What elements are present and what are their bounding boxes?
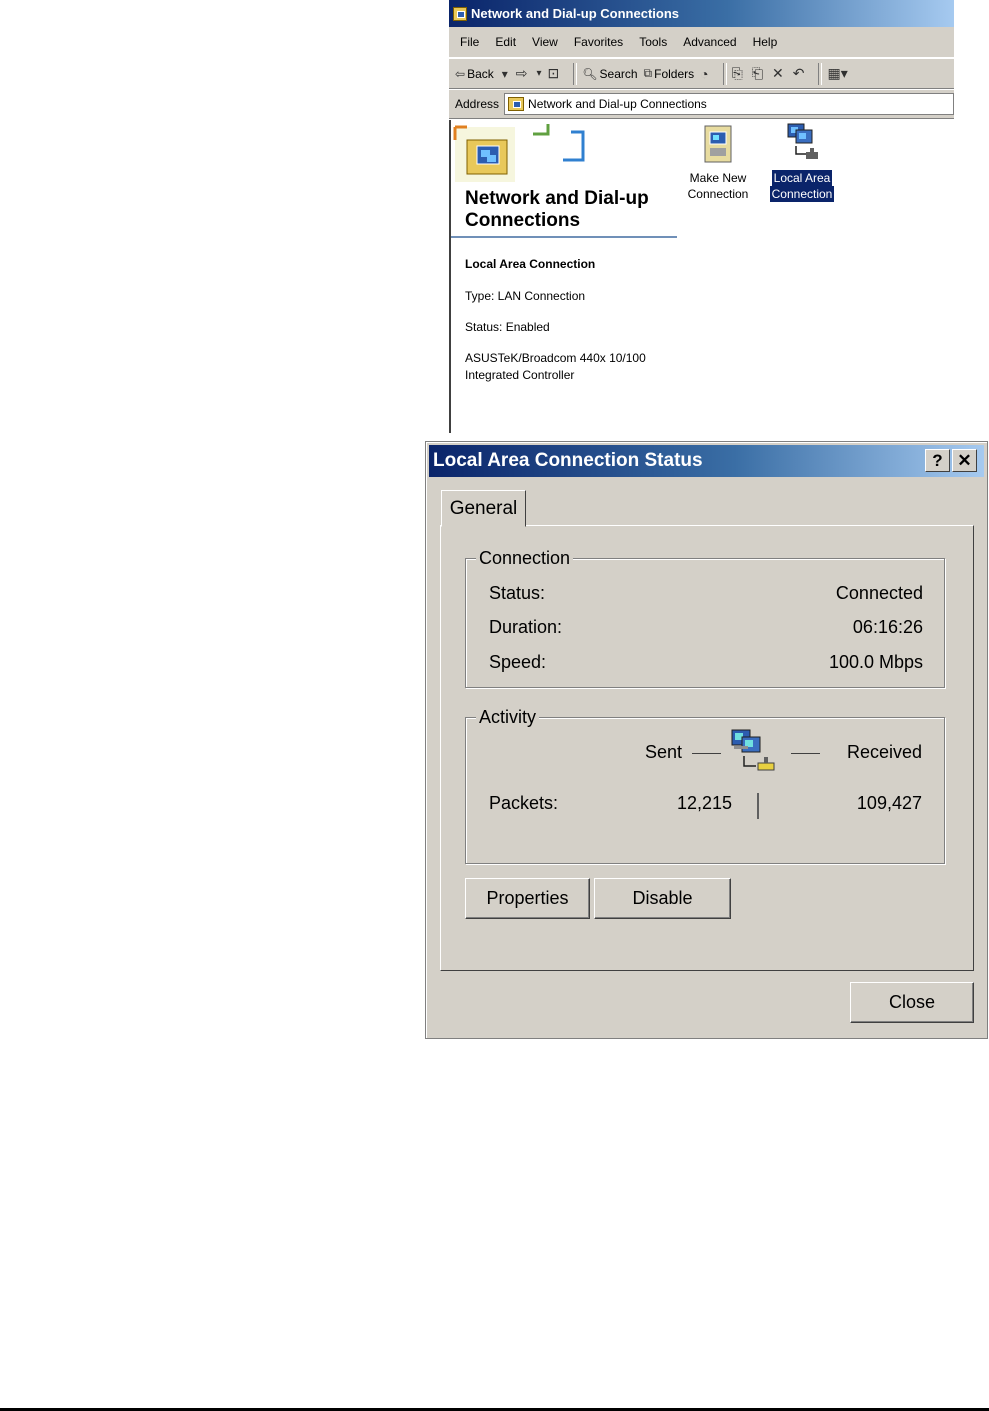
chevron-down-icon: ▾ [501,66,508,81]
sent-label: Sent [645,742,683,762]
disable-button[interactable]: Disable [594,878,731,919]
status-label: Status: [489,583,546,603]
back-arrow-icon: ⇦ [455,66,466,81]
forward-arrow-icon[interactable]: ⇨ [516,65,528,82]
address-value: Network and Dial-up Connections [528,97,707,111]
dialog-title-bar: Local Area Connection Status ? ✕ [429,445,984,477]
address-label: Address [455,97,500,111]
network-folder-icon [508,97,525,111]
network-banner-icon [453,124,585,182]
explorer-title-bar: Network and Dial-up Connections [449,0,954,27]
detail-status: Status: Enabled [465,320,550,334]
status-value: Connected [835,583,923,603]
undo-icon[interactable]: ↶ [793,65,805,82]
status-dialog: Local Area Connection Status ? ✕ General… [425,441,988,1039]
packets-sent-value: 12,215 [676,793,732,813]
menu-help[interactable]: Help [745,35,786,49]
network-activity-icon [731,729,775,771]
toolbar-separator [722,62,727,85]
close-button-label: Close [888,992,936,1012]
up-folder-icon[interactable]: ⊡ [548,65,560,82]
chevron-down-icon[interactable]: ▾ [537,68,542,79]
close-icon: ✕ [957,450,972,470]
menu-favorites[interactable]: Favorites [566,35,631,49]
duration-label: Duration: [489,617,563,637]
delete-icon[interactable]: ✕ [772,65,784,82]
menu-bar: File Edit View Favorites Tools Advanced … [449,27,954,57]
banner-title: Network and Dial-up Connections [465,188,649,231]
sent-connector-line [692,753,721,754]
properties-button[interactable]: Properties [465,878,590,919]
address-bar: Address Network and Dial-up Connections [449,90,954,119]
packets-divider [757,793,759,819]
received-label: Received [846,742,922,762]
duration-value: 06:16:26 [852,617,923,637]
detail-device-line1: ASUSTeK/Broadcom 440x 10/100 [465,351,646,365]
disable-button-label: Disable [632,888,693,908]
properties-button-label: Properties [486,888,569,908]
speed-value: 100.0 Mbps [828,652,923,672]
help-button[interactable]: ? [925,449,950,472]
explorer-window: Network and Dial-up Connections File Edi… [449,0,954,433]
move-to-icon[interactable]: ⎘ [732,65,743,82]
menu-file[interactable]: File [452,35,487,49]
speed-label: Speed: [489,652,547,672]
make-new-connection-icon [704,125,732,163]
activity-group-label: Activity [476,706,540,728]
views-icon[interactable]: ▦▾ [827,65,847,82]
close-button[interactable]: Close [850,982,974,1023]
help-icon: ? [932,450,943,470]
activity-group: Activity Sent Received Packets: 12,215 1… [465,706,945,864]
make-new-connection-item[interactable]: Make New Connection [683,124,753,202]
connection-group: Connection Status: Connected Duration: 0… [465,547,945,688]
local-area-connection-label-1: Local Area [771,170,833,186]
network-folder-icon [453,6,467,21]
toolbar: ⇦ Back ▾ ⇨ ▾ ⊡ 🔍︎ Search ⧉ Folders ◔ ⎘ ⎗… [449,58,954,89]
make-new-connection-label-1: Make New [689,171,747,185]
back-button[interactable]: ⇦ Back ▾ [455,67,510,81]
general-panel: Connection Status: Connected Duration: 0… [440,525,974,971]
menu-view[interactable]: View [524,35,566,49]
packets-received-value: 109,427 [856,793,922,813]
back-label: Back [467,66,494,81]
toolbar-separator [573,62,578,85]
tab-general-label: General [449,497,518,519]
local-area-connection-item[interactable]: Local Area Connection [767,122,837,202]
explorer-title: Network and Dial-up Connections [471,6,680,21]
search-button[interactable]: 🔍︎ Search [582,67,637,81]
menu-advanced[interactable]: Advanced [675,35,744,49]
toolbar-separator [818,62,823,85]
folders-button[interactable]: ⧉ Folders [644,66,695,81]
search-icon: 🔍︎ [582,66,598,81]
folder-content: Network and Dial-up Connections Local Ar… [449,120,954,433]
detail-name: Local Area Connection [465,257,596,271]
received-connector-line [791,753,820,754]
detail-type: Type: LAN Connection [465,289,586,303]
tab-general[interactable]: General [441,490,526,527]
detail-device-line2: Integrated Controller [465,368,575,382]
folders-label: Folders [654,66,695,81]
folders-icon: ⧉ [643,66,653,80]
address-field[interactable]: Network and Dial-up Connections [504,93,954,115]
local-area-connection-label-2: Connection [769,186,835,202]
search-label: Search [599,66,638,81]
close-window-button[interactable]: ✕ [952,449,977,472]
local-area-connection-icon [787,123,818,159]
dialog-title: Local Area Connection Status [433,450,703,471]
menu-tools[interactable]: Tools [631,35,675,49]
packets-label: Packets: [489,793,559,813]
copy-to-icon[interactable]: ⎗ [752,65,763,82]
history-icon[interactable]: ◔ [700,66,708,82]
make-new-connection-label-2: Connection [687,187,749,201]
title-divider [451,236,677,238]
menu-edit[interactable]: Edit [487,35,524,49]
connection-group-label: Connection [476,547,574,569]
